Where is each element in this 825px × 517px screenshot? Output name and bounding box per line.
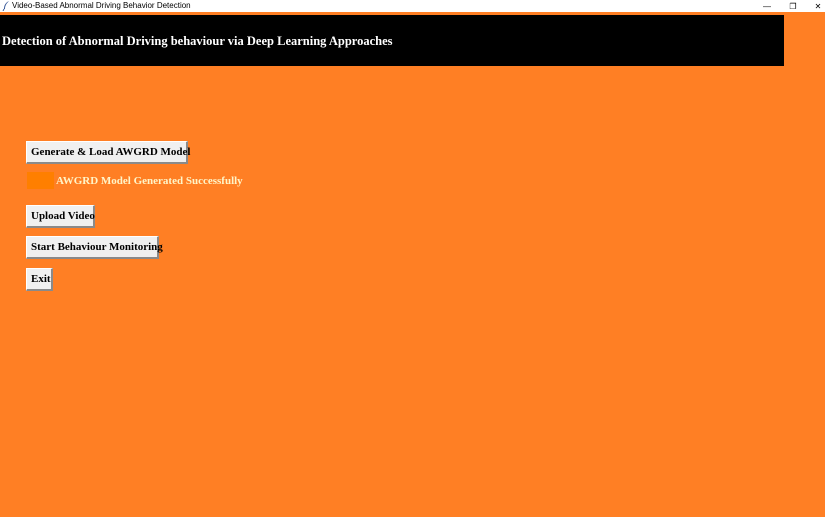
minimize-icon: — [763, 1, 771, 11]
header-banner: Detection of Abnormal Driving behaviour … [0, 15, 784, 66]
close-icon: ✕ [814, 1, 822, 11]
feather-icon [2, 1, 11, 12]
exit-button[interactable]: Exit [26, 268, 53, 291]
generate-load-model-button[interactable]: Generate & Load AWGRD Model [26, 141, 190, 164]
status-color-swatch [27, 172, 54, 189]
start-monitoring-button[interactable]: Start Behaviour Monitoring [26, 236, 163, 259]
close-button[interactable]: ✕ [806, 0, 825, 12]
title-bar: Video-Based Abnormal Driving Behavior De… [0, 0, 825, 12]
page-title: Detection of Abnormal Driving behaviour … [2, 34, 393, 48]
app-window: Video-Based Abnormal Driving Behavior De… [0, 0, 825, 517]
upload-video-button[interactable]: Upload Video [26, 205, 95, 228]
minimize-button[interactable]: — [755, 0, 779, 12]
window-title: Video-Based Abnormal Driving Behavior De… [12, 1, 191, 10]
status-message: AWGRD Model Generated Successfully [56, 175, 243, 187]
restore-icon: ❐ [789, 1, 797, 11]
maximize-button[interactable]: ❐ [781, 0, 805, 12]
